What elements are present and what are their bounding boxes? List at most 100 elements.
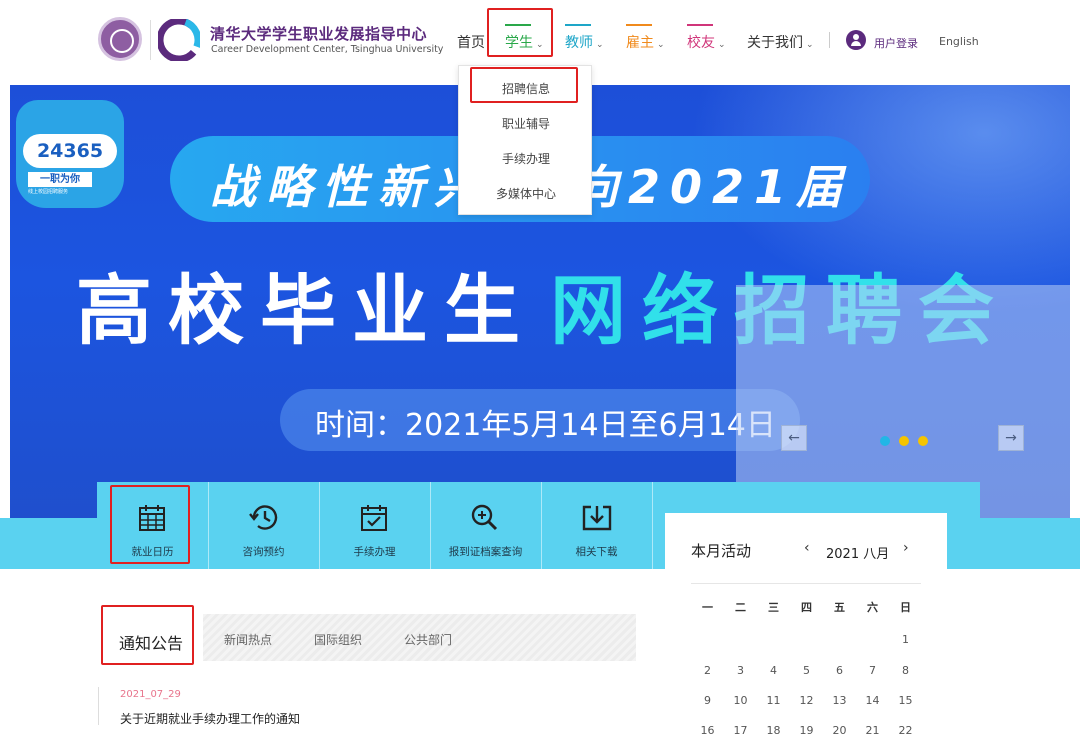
quick-link-procedures[interactable]: 手续办理 [319, 482, 430, 569]
tile-divider [652, 482, 653, 569]
notice-title[interactable]: 关于近期就业手续办理工作的通知 [120, 710, 300, 727]
calendar-day[interactable]: 2 [691, 664, 724, 677]
dropdown-item-multimedia[interactable]: 多媒体中心 [459, 185, 593, 202]
calendar-day[interactable]: 17 [724, 724, 757, 737]
tab-public-sector[interactable]: 公共部门 [404, 631, 452, 648]
quick-link-downloads[interactable]: 相关下载 [541, 482, 652, 569]
calendar-day[interactable]: 5 [790, 664, 823, 677]
history-icon [249, 505, 278, 530]
quick-link-consultation[interactable]: 咨询预约 [208, 482, 319, 569]
calendar-day[interactable]: 8 [889, 664, 922, 677]
calendar-day[interactable]: 13 [823, 694, 856, 707]
english-link[interactable]: English [939, 35, 979, 48]
calendar-day[interactable]: 4 [757, 664, 790, 677]
nav-alumni-accent [687, 24, 713, 26]
nav-alumni[interactable]: 校友 ⌄ [687, 32, 726, 52]
chevron-down-icon: ⌄ [536, 40, 544, 50]
nav-home-label: 首页 [457, 35, 485, 51]
page: 清华大学学生职业发展指导中心 Career Development Center… [0, 0, 1080, 738]
tab-international[interactable]: 国际组织 [314, 631, 362, 648]
24365-badge: 24365 一职为你 线上校园招聘服务 [16, 100, 124, 208]
user-icon[interactable] [846, 30, 866, 50]
calendar-day[interactable]: 6 [823, 664, 856, 677]
calendar-day[interactable]: 9 [691, 694, 724, 707]
nav-teacher-accent [565, 24, 591, 26]
event-time: 时间：2021年5月14日至6月14日 [315, 408, 776, 443]
dropdown-item-career-guidance[interactable]: 职业辅导 [459, 115, 593, 132]
calendar-day[interactable]: 19 [790, 724, 823, 737]
nav-divider [829, 32, 830, 48]
weekday-header: 一 [702, 601, 713, 614]
chevron-down-icon: ⌄ [718, 40, 726, 50]
nav-about[interactable]: 关于我们 ⌄ [747, 32, 814, 52]
calendar-day[interactable]: 16 [691, 724, 724, 737]
quick-link-label: 相关下载 [575, 546, 618, 558]
nav-employer-label: 雇主 [626, 35, 654, 51]
student-dropdown-menu: 招聘信息 职业辅导 手续办理 多媒体中心 [458, 65, 592, 215]
nav-about-label: 关于我们 [747, 35, 803, 51]
tab-news[interactable]: 新闻热点 [224, 631, 272, 648]
weekday-header: 二 [735, 601, 746, 614]
calendar-day[interactable]: 22 [889, 724, 922, 737]
career-center-logo[interactable] [158, 19, 200, 61]
quick-link-label: 报到证档案查询 [448, 546, 523, 558]
badge-tag: 一职为你 [28, 172, 92, 187]
calendar-check-icon [361, 505, 387, 531]
slide-next-button[interactable]: → [998, 425, 1024, 451]
nav-employer-accent [626, 24, 652, 26]
calendar-day[interactable]: 15 [889, 694, 922, 707]
quick-link-label: 咨询预约 [242, 546, 285, 558]
calendar-day[interactable]: 7 [856, 664, 889, 677]
calendar-icon [139, 505, 165, 531]
calendar-day[interactable]: 21 [856, 724, 889, 737]
badge-subtag: 线上校园招聘服务 [28, 189, 69, 195]
quick-link-label: 就业日历 [131, 546, 174, 558]
notice-item-rule [98, 687, 99, 725]
brand-english-name: Career Development Center, Tsinghua Univ… [211, 44, 444, 55]
nav-student-accent [505, 24, 531, 26]
nav-alumni-label: 校友 [687, 35, 715, 51]
calendar-prev-month[interactable]: ‹ [804, 540, 810, 556]
chevron-down-icon: ⌄ [806, 40, 814, 50]
dropdown-item-procedures[interactable]: 手续办理 [459, 150, 593, 167]
quick-link-archive-query[interactable]: 报到证档案查询 [430, 482, 541, 569]
slide-dot-3[interactable] [918, 436, 928, 446]
dropdown-item-recruitment[interactable]: 招聘信息 [459, 80, 593, 97]
nav-teacher[interactable]: 教师 ⌄ [565, 32, 604, 52]
quick-link-label: 手续办理 [353, 546, 396, 558]
calendar-next-month[interactable]: › [903, 540, 909, 556]
calendar-day[interactable]: 18 [757, 724, 790, 737]
weekday-header: 日 [900, 601, 911, 614]
university-seal-logo[interactable] [98, 17, 142, 61]
calendar-day[interactable]: 14 [856, 694, 889, 707]
calendar-title: 本月活动 [691, 542, 752, 560]
calendar-month: 2021 八月 [826, 547, 890, 562]
weekday-header: 五 [834, 601, 845, 614]
quick-link-career-calendar[interactable]: 就业日历 [97, 482, 208, 569]
chevron-down-icon: ⌄ [657, 40, 665, 50]
slide-prev-button[interactable]: ← [781, 425, 807, 451]
weekday-header: 六 [867, 601, 878, 614]
calendar-day[interactable]: 10 [724, 694, 757, 707]
nav-teacher-label: 教师 [565, 35, 593, 51]
headline-white: 高校毕业生 [76, 266, 536, 355]
badge-number: 24365 [23, 134, 117, 168]
chevron-down-icon: ⌄ [596, 40, 604, 50]
calendar-day[interactable]: 1 [889, 633, 922, 646]
nav-student[interactable]: 学生 ⌄ [505, 32, 544, 52]
weekday-header: 四 [801, 601, 812, 614]
download-icon [582, 505, 612, 531]
calendar-day[interactable]: 20 [823, 724, 856, 737]
notice-date: 2021_07_29 [120, 689, 181, 700]
nav-employer[interactable]: 雇主 ⌄ [626, 32, 665, 52]
tab-notices[interactable]: 通知公告 [119, 630, 183, 654]
calendar-day[interactable]: 11 [757, 694, 790, 707]
weekday-header: 三 [768, 601, 779, 614]
nav-home[interactable]: 首页 [457, 32, 485, 52]
brand-chinese-name: 清华大学学生职业发展指导中心 [210, 25, 428, 43]
calendar-day[interactable]: 3 [724, 664, 757, 677]
slide-dot-2[interactable] [899, 436, 909, 446]
slide-dot-1[interactable] [880, 436, 890, 446]
login-link[interactable]: 用户登录 [874, 35, 918, 51]
calendar-day[interactable]: 12 [790, 694, 823, 707]
